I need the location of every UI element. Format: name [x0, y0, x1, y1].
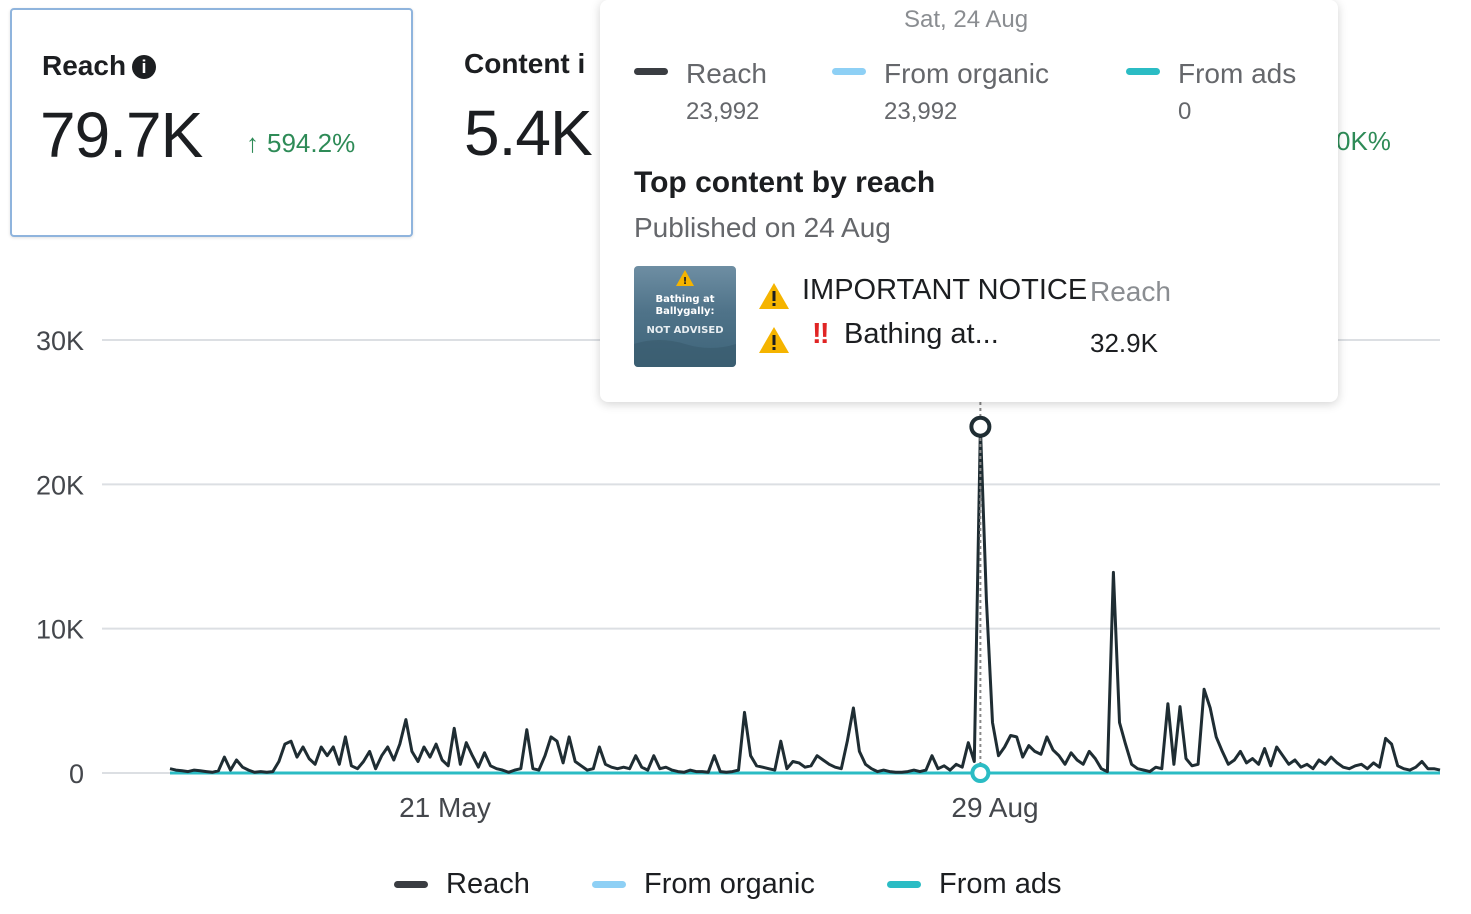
- legend-label: Reach: [446, 868, 530, 900]
- series-name: From ads: [1178, 58, 1297, 89]
- series-value: 0: [1178, 98, 1192, 125]
- published-date: Published on 24 Aug: [634, 212, 891, 243]
- y-tick-label: 0: [69, 759, 84, 789]
- x-tick-label: 21 May: [399, 792, 491, 823]
- post-title-line2[interactable]: Bathing at...: [844, 318, 999, 351]
- series-name: From organic: [884, 58, 1049, 89]
- legend-swatch: [887, 881, 921, 888]
- series-value: 23,992: [884, 98, 958, 125]
- chart-tooltip: Sat, 24 Aug Reach 23,992 From organic 23…: [600, 0, 1338, 402]
- hover-point-ads: [970, 763, 991, 783]
- double-exclamation-icon: ‼: [812, 318, 830, 350]
- warning-icon: [759, 283, 789, 309]
- series-swatch: [832, 68, 866, 75]
- hover-point-reach: [969, 415, 992, 438]
- y-tick-label: 10K: [36, 615, 84, 645]
- post-title[interactable]: IMPORTANT NOTICE: [802, 274, 1087, 307]
- legend-label: From ads: [939, 868, 1062, 900]
- top-content-title: Top content by reach: [634, 166, 936, 199]
- post-reach-value: 32.9K: [1090, 328, 1158, 358]
- series-value: 23,992: [686, 98, 760, 125]
- chart-grid: [102, 339, 1440, 774]
- chart-lines: [169, 402, 1441, 783]
- x-tick-label: 29 Aug: [951, 792, 1038, 823]
- y-tick-label: 20K: [36, 470, 84, 500]
- y-tick-label: 30K: [36, 326, 84, 356]
- warning-icon: [759, 327, 789, 353]
- post-reach-label: Reach: [1090, 276, 1171, 307]
- legend-swatch: [394, 881, 428, 888]
- svg-text:!: !: [683, 276, 688, 287]
- legend-swatch: [592, 881, 626, 888]
- series-swatch: [1126, 68, 1160, 75]
- thumbnail-text: Bathing at: [655, 294, 715, 305]
- thumbnail-text: NOT ADVISED: [646, 325, 724, 336]
- post-thumbnail[interactable]: ! Bathing at Ballygally: NOT ADVISED: [634, 266, 736, 367]
- thumbnail-text: Ballygally:: [655, 306, 715, 317]
- series-swatch: [634, 68, 668, 75]
- series-name: Reach: [686, 58, 767, 89]
- legend-label: From organic: [644, 868, 815, 900]
- series-line-reach: [169, 425, 1441, 774]
- tooltip-date: Sat, 24 Aug: [904, 6, 1029, 33]
